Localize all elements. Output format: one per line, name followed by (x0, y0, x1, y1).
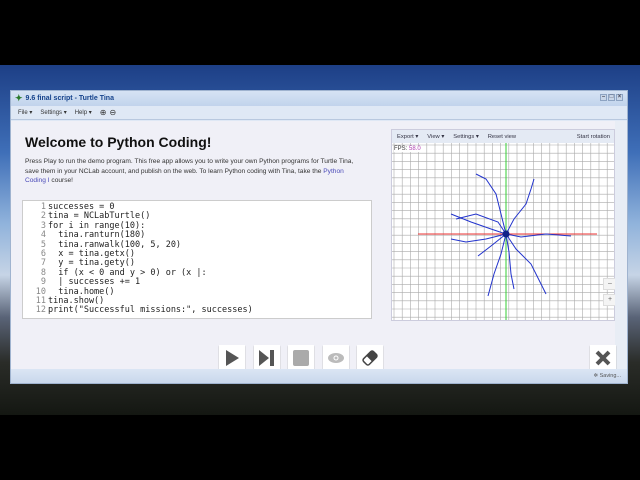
menu-help[interactable]: Help ▾ (75, 109, 92, 116)
window-title: 9.6 final script - Turtle Tina (25, 95, 114, 102)
canvas-toolbar: Export ▾ View ▾ Settings ▾ Reset view St… (392, 130, 614, 143)
close-window-button[interactable]: × (616, 94, 623, 101)
intro-text-end: course! (49, 177, 74, 185)
stop-icon (293, 350, 309, 366)
play-button[interactable] (219, 345, 245, 371)
canvas-settings-menu[interactable]: Settings ▾ (453, 134, 478, 140)
turtle-path (505, 178, 535, 235)
turtle-canvas-panel: Export ▾ View ▾ Settings ▾ Reset view St… (391, 129, 615, 321)
step-button[interactable] (254, 345, 280, 371)
eye-icon (328, 353, 344, 363)
status-text: Saving... (599, 373, 621, 379)
scrollbar[interactable] (615, 121, 627, 369)
title-bar: ✦ 9.6 final script - Turtle Tina – □ × (11, 91, 627, 106)
clear-button[interactable] (357, 345, 383, 371)
reset-view-button[interactable]: Reset view (488, 134, 516, 140)
app-window: ✦ 9.6 final script - Turtle Tina – □ × F… (10, 90, 628, 384)
code-line: 12 print("Successful missions:", successe… (23, 305, 371, 316)
menu-settings[interactable]: Settings ▾ (40, 109, 66, 116)
menu-bar: File ▾ Settings ▾ Help ▾ ⊕ ⊖ (11, 106, 627, 120)
fps-counter: FPS: 58.0 (394, 146, 421, 152)
close-icon (595, 350, 611, 366)
turtle-icon: ✦ (15, 93, 23, 103)
export-menu[interactable]: Export ▾ (397, 134, 418, 140)
zoom-out-icon[interactable]: ⊖ (109, 108, 116, 117)
zoom-in-icon[interactable]: ⊕ (100, 108, 107, 117)
play-icon (226, 350, 239, 366)
turtle-path (450, 213, 507, 235)
view-menu[interactable]: View ▾ (427, 134, 444, 140)
maximize-button[interactable]: □ (608, 94, 615, 101)
line-number: 12 (35, 305, 46, 316)
close-button[interactable] (590, 345, 616, 371)
step-icon (259, 350, 274, 366)
code-editor[interactable]: 1 successes = 0 2 tina = NCLabTurtle() 3 for … (22, 200, 372, 319)
status-bar: ✲ Saving... (11, 369, 627, 383)
eraser-icon (362, 350, 378, 366)
turtle (502, 230, 510, 238)
turtle-path (505, 233, 515, 290)
menu-file[interactable]: File ▾ (18, 109, 32, 116)
turtle-path (505, 233, 547, 295)
spinner-icon: ✲ (593, 373, 599, 379)
view-button[interactable] (323, 345, 349, 371)
fps-value: 58.0 (409, 146, 421, 152)
intro-text-start: Press Play to run the demo program. This… (25, 158, 354, 175)
minimize-button[interactable]: – (600, 94, 607, 101)
page-title: Welcome to Python Coding! (25, 134, 212, 150)
start-rotation-button[interactable]: Start rotation (577, 134, 614, 140)
fps-label: FPS: (394, 146, 408, 152)
content-area: Welcome to Python Coding! Press Play to … (11, 121, 617, 369)
turtle-canvas[interactable] (392, 143, 614, 320)
stop-button[interactable] (288, 345, 314, 371)
code-text: print("Successful missions:", successes) (48, 305, 253, 316)
intro-text: Press Play to run the demo program. This… (25, 157, 365, 186)
